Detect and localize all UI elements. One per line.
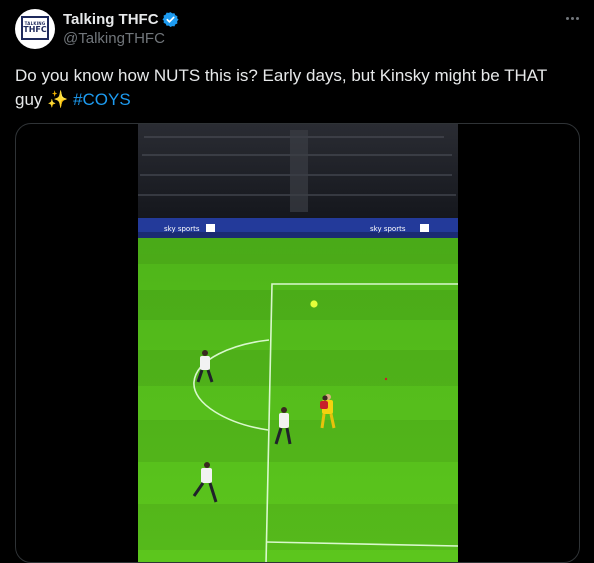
- more-options-icon[interactable]: [562, 8, 582, 28]
- tweet-text: Do you know how NUTS this is? Early days…: [15, 64, 575, 112]
- video-player[interactable]: sky sports sky sports: [138, 124, 458, 562]
- tweet-card: TALKING THFC Talking THFC @TalkingTHFC D…: [0, 0, 594, 563]
- hashtag-link[interactable]: #COYS: [73, 90, 131, 109]
- verified-badge-icon[interactable]: [162, 11, 179, 28]
- board-text-left: sky sports: [164, 225, 200, 233]
- video-frame: sky sports sky sports: [138, 124, 458, 562]
- board-text-right: sky sports: [370, 225, 406, 233]
- avatar[interactable]: TALKING THFC: [15, 9, 55, 49]
- author-display-name[interactable]: Talking THFC: [63, 11, 159, 28]
- media-container[interactable]: sky sports sky sports: [15, 123, 580, 563]
- ball: [310, 300, 318, 308]
- avatar-logo: TALKING THFC: [21, 16, 49, 40]
- sparkles-emoji-icon: ✨: [47, 90, 69, 110]
- author-row: Talking THFC: [63, 9, 179, 29]
- author-handle[interactable]: @TalkingTHFC: [63, 30, 165, 47]
